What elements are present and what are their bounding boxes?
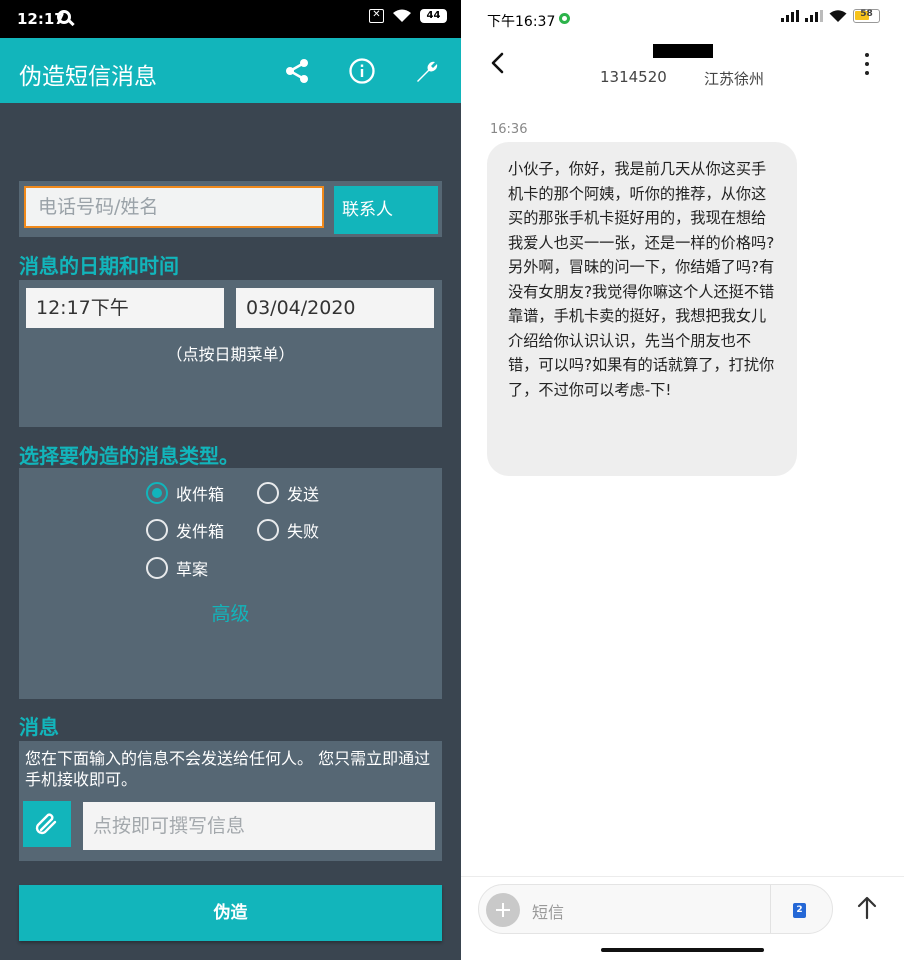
divider — [461, 876, 904, 877]
right-status-icons: 58 — [781, 9, 880, 23]
contact-number: 1314520 — [600, 68, 667, 86]
contact-location: 江苏徐州 — [704, 70, 765, 88]
radio-unselected-icon — [257, 519, 279, 541]
share-icon[interactable] — [281, 55, 313, 87]
wifi-icon — [393, 9, 411, 22]
no-sim-icon: ✕ — [369, 9, 384, 23]
radio-failed[interactable]: 失败 — [257, 518, 319, 542]
advanced-link[interactable]: 高级 — [19, 599, 442, 626]
radio-label: 草案 — [176, 560, 209, 579]
message-text: 小伙子，你好，我是前几天从你这买手机卡的那个阿姨，听你的推荐，从你这买的那张手机… — [508, 160, 775, 399]
more-options-icon[interactable] — [859, 50, 875, 78]
date-hint: （点按日期菜单） — [166, 345, 295, 364]
wifi-icon — [829, 9, 847, 22]
message-note: 您在下面输入的信息不会发送给任何人。 您只需立即通过手机接收即可。 — [25, 749, 431, 789]
radio-label: 发送 — [287, 485, 320, 504]
attach-button[interactable] — [23, 801, 71, 847]
battery-icon: 58 — [853, 9, 880, 23]
search-status-icon — [57, 10, 71, 24]
status-dot-icon — [559, 13, 570, 24]
paperclip-icon — [35, 813, 57, 835]
sms-compose-bar[interactable]: 短信 2 — [478, 884, 833, 934]
radio-label: 收件箱 — [176, 485, 225, 504]
radio-selected-icon — [146, 482, 168, 504]
radio-unselected-icon — [257, 482, 279, 504]
battery-icon: 44 — [420, 9, 447, 23]
sms-conversation-screen: 下午16:37 58 1314520 江苏徐州 16:36 小伙子，你好，我是前… — [461, 0, 904, 960]
forge-button[interactable]: 伪造 — [19, 885, 442, 941]
radio-label: 发件箱 — [176, 522, 225, 541]
message-timestamp: 16:36 — [490, 122, 528, 137]
signal-1-icon — [781, 10, 799, 22]
radio-draft[interactable]: 草案 — [146, 556, 208, 580]
right-status-time: 下午16:37 — [487, 14, 556, 30]
send-arrow-icon[interactable] — [854, 895, 880, 921]
message-compose-input[interactable]: 点按即可撰写信息 — [83, 802, 435, 850]
datetime-heading: 消息的日期和时间 — [19, 254, 179, 278]
compose-divider — [770, 885, 771, 933]
home-indicator[interactable] — [601, 948, 764, 952]
add-attachment-button[interactable] — [486, 893, 520, 927]
redacted-contact-name — [653, 44, 713, 58]
date-field[interactable]: 03/04/2020 — [236, 288, 434, 328]
fake-sms-app-screen: 12:17 ✕ 44 伪造短信消息 电话号码/姓名 联系人 消息的日期和时间 1… — [0, 0, 461, 960]
message-heading: 消息 — [19, 715, 59, 739]
back-arrow-icon[interactable] — [485, 50, 511, 76]
contacts-button[interactable]: 联系人 — [334, 186, 438, 234]
message-type-panel — [19, 468, 442, 699]
wrench-icon[interactable] — [411, 55, 443, 87]
message-type-heading: 选择要伪造的消息类型。 — [19, 444, 239, 468]
radio-inbox[interactable]: 收件箱 — [146, 481, 224, 505]
message-bubble[interactable]: 小伙子，你好，我是前几天从你这买手机卡的那个阿姨，听你的推荐，从你这买的那张手机… — [487, 142, 797, 476]
sim-select-icon[interactable]: 2 — [793, 903, 806, 918]
plus-icon — [496, 903, 510, 917]
app-bar: 伪造短信消息 — [0, 38, 461, 103]
time-field[interactable]: 12:17下午 — [26, 288, 224, 328]
left-status-bar: 12:17 ✕ 44 — [0, 0, 461, 38]
phone-name-input[interactable]: 电话号码/姓名 — [24, 186, 324, 228]
left-status-icons: ✕ 44 — [369, 9, 447, 23]
radio-sent[interactable]: 发送 — [257, 481, 319, 505]
sms-input[interactable]: 短信 — [532, 899, 564, 923]
signal-2-icon — [805, 10, 823, 22]
radio-unselected-icon — [146, 519, 168, 541]
radio-label: 失败 — [287, 522, 320, 541]
info-icon[interactable] — [346, 55, 378, 87]
battery-level: 58 — [860, 9, 873, 19]
app-title: 伪造短信消息 — [19, 64, 157, 90]
radio-unselected-icon — [146, 557, 168, 579]
radio-outbox[interactable]: 发件箱 — [146, 518, 224, 542]
